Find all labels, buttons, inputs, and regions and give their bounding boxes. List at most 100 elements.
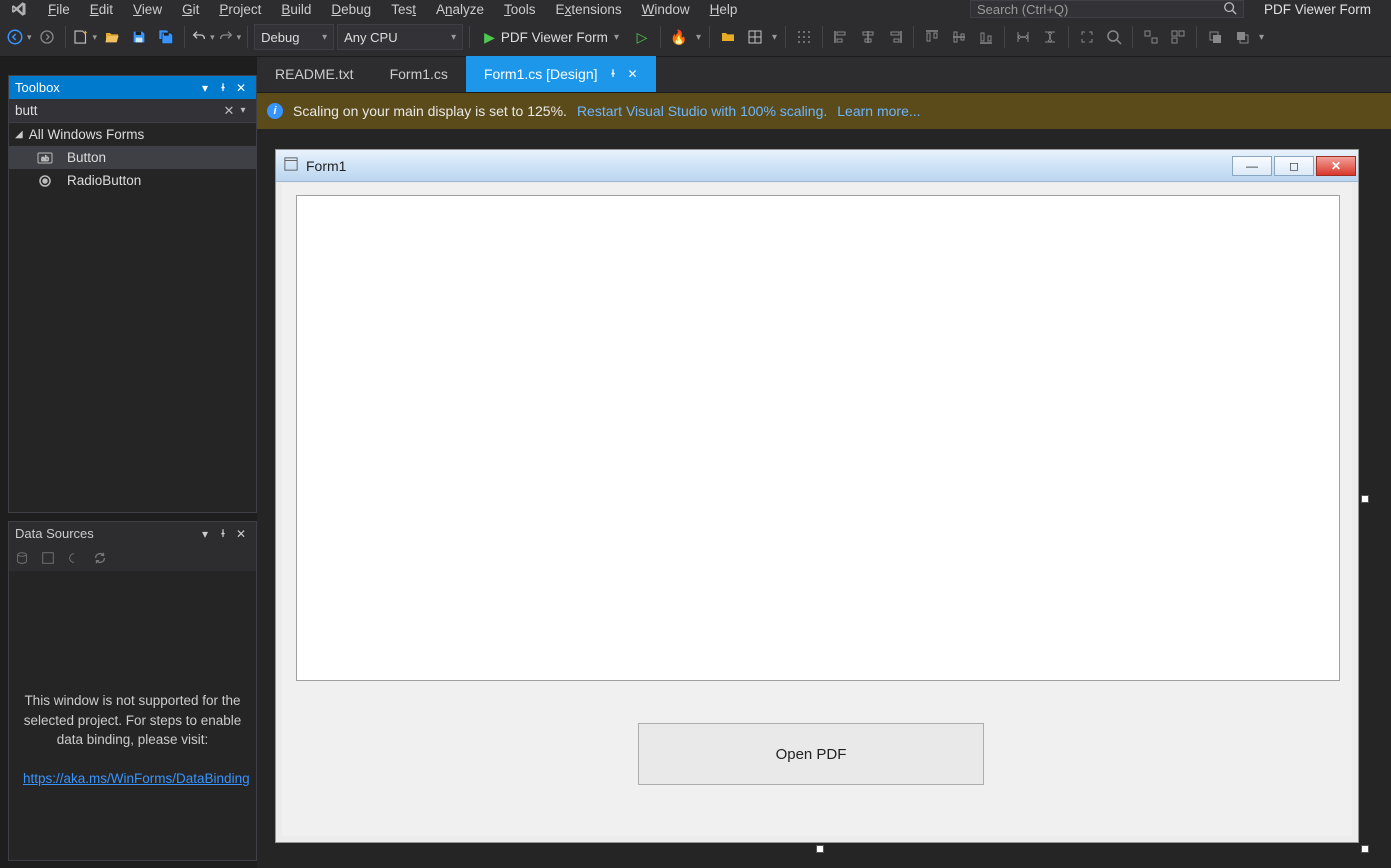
maximize-icon: ◻ bbox=[1274, 156, 1314, 176]
menu-edit[interactable]: Edit bbox=[82, 0, 121, 18]
resize-handle-right[interactable] bbox=[1361, 495, 1369, 503]
start-without-debug-button[interactable]: ▷ bbox=[630, 25, 654, 49]
pin-icon[interactable] bbox=[214, 81, 232, 95]
menu-project[interactable]: Project bbox=[211, 0, 269, 18]
designer-surface[interactable]: Form1 — ◻ ✕ Open PDF bbox=[257, 129, 1391, 868]
close-tab-icon[interactable]: ✕ bbox=[628, 67, 638, 81]
menu-git[interactable]: Git bbox=[174, 0, 207, 18]
menu-view[interactable]: View bbox=[125, 0, 170, 18]
designed-open-pdf-button[interactable]: Open PDF bbox=[638, 723, 984, 785]
bring-front-button[interactable] bbox=[1203, 25, 1227, 49]
play-icon: ▶ bbox=[484, 29, 495, 46]
toolbox-item-button[interactable]: ab Button bbox=[9, 146, 256, 169]
vs-logo-icon bbox=[0, 0, 36, 18]
tab-form1cs[interactable]: Form1.cs bbox=[372, 56, 466, 92]
tab-form1-design[interactable]: Form1.cs [Design] ✕ bbox=[466, 56, 656, 92]
toolbox-search-input[interactable] bbox=[15, 103, 222, 118]
hspace-equal-button[interactable] bbox=[1011, 25, 1035, 49]
configuration-combo[interactable]: Debug▾ bbox=[254, 24, 334, 50]
form-title-text: Form1 bbox=[306, 158, 346, 174]
toolbox-search[interactable]: ✕ ▾ bbox=[9, 99, 256, 123]
search-dropdown-icon[interactable]: ▾ bbox=[236, 105, 250, 116]
clear-search-icon[interactable]: ✕ bbox=[222, 103, 236, 119]
infobar-learnmore-link[interactable]: Learn more... bbox=[837, 103, 920, 119]
search-placeholder: Search (Ctrl+Q) bbox=[977, 2, 1068, 17]
datasources-header[interactable]: Data Sources ▾ ✕ bbox=[9, 522, 256, 545]
hot-reload-dropdown[interactable]: ▾ bbox=[694, 32, 703, 43]
form-client-area[interactable]: Open PDF bbox=[282, 183, 1352, 836]
solution-name[interactable]: PDF Viewer Form bbox=[1248, 0, 1387, 18]
pin-icon[interactable] bbox=[214, 527, 232, 541]
platform-combo[interactable]: Any CPU▾ bbox=[337, 24, 463, 50]
toolbox-options-icon[interactable]: ▾ bbox=[196, 81, 214, 95]
hot-reload-button[interactable]: 🔥 bbox=[667, 25, 691, 49]
form-icon bbox=[284, 157, 300, 174]
toolbox-group[interactable]: ◢ All Windows Forms bbox=[9, 123, 256, 146]
align-top-button[interactable] bbox=[920, 25, 944, 49]
datasources-options-icon[interactable]: ▾ bbox=[196, 527, 214, 541]
toolbox-item-radiobutton[interactable]: RadioButton bbox=[9, 169, 256, 192]
search-box[interactable]: Search (Ctrl+Q) bbox=[970, 0, 1244, 18]
menu-extensions[interactable]: Extensions bbox=[548, 0, 630, 18]
scaling-infobar: i Scaling on your main display is set to… bbox=[257, 93, 1391, 129]
menu-analyze[interactable]: Analyze bbox=[428, 0, 492, 18]
form-selection[interactable]: Form1 — ◻ ✕ Open PDF bbox=[275, 149, 1365, 849]
datasources-panel: Data Sources ▾ ✕ bbox=[8, 521, 257, 861]
datasources-message: This window is not supported for the sel… bbox=[9, 571, 256, 789]
menu-build[interactable]: Build bbox=[273, 0, 319, 18]
size-to-fit-button[interactable] bbox=[1075, 25, 1099, 49]
document-tabs: README.txt Form1.cs Form1.cs [Design] ✕ bbox=[257, 57, 1391, 93]
nav-forward-button[interactable] bbox=[35, 25, 59, 49]
undo-button[interactable]: ▾ bbox=[191, 29, 215, 45]
tab-readme[interactable]: README.txt bbox=[257, 56, 372, 92]
menu-help[interactable]: Help bbox=[702, 0, 746, 18]
save-button[interactable] bbox=[127, 25, 151, 49]
tab-order-button[interactable] bbox=[1139, 25, 1163, 49]
menu-tools[interactable]: Tools bbox=[496, 0, 544, 18]
refresh-all-button[interactable] bbox=[91, 549, 109, 567]
add-datasource-button[interactable] bbox=[13, 549, 31, 567]
resize-handle-bottom[interactable] bbox=[816, 845, 824, 853]
toolbar-overflow[interactable]: ▾ bbox=[1257, 32, 1266, 43]
nav-back-button[interactable]: ▾ bbox=[6, 28, 32, 46]
lock-controls-button[interactable] bbox=[1166, 25, 1190, 49]
toolbox-header[interactable]: Toolbox ▾ ✕ bbox=[9, 76, 256, 99]
redo-button[interactable]: ▾ bbox=[218, 29, 242, 45]
edit-datasource-button[interactable] bbox=[39, 549, 57, 567]
open-file-button[interactable] bbox=[100, 25, 124, 49]
menu-debug[interactable]: Debug bbox=[323, 0, 379, 18]
refresh-datasource-button[interactable] bbox=[65, 549, 83, 567]
radiobutton-icon bbox=[37, 174, 53, 188]
save-all-button[interactable] bbox=[154, 25, 178, 49]
start-debug-button[interactable]: ▶ PDF Viewer Form ▾ bbox=[476, 24, 627, 50]
menu-window[interactable]: Window bbox=[634, 0, 698, 18]
resize-handle-corner[interactable] bbox=[1361, 845, 1369, 853]
align-middle-button[interactable] bbox=[947, 25, 971, 49]
close-icon[interactable]: ✕ bbox=[232, 81, 250, 95]
send-back-button[interactable] bbox=[1230, 25, 1254, 49]
zoom-button[interactable] bbox=[1102, 25, 1126, 49]
collapse-icon: ◢ bbox=[15, 129, 23, 140]
new-item-button[interactable]: ▾ bbox=[72, 28, 98, 46]
minimize-icon: — bbox=[1232, 156, 1272, 176]
open-folder-button[interactable] bbox=[716, 25, 740, 49]
close-icon[interactable]: ✕ bbox=[232, 527, 250, 541]
datasources-help-link[interactable]: https://aka.ms/WinForms/DataBinding bbox=[23, 771, 250, 786]
pin-tab-icon[interactable] bbox=[608, 67, 618, 81]
designed-panel-control[interactable] bbox=[296, 195, 1340, 681]
main-toolbar: ▾ ▾ ▾ ▾ Debug▾ Any CPU▾ ▶ PDF Viewer For… bbox=[0, 18, 1391, 57]
vspace-equal-button[interactable] bbox=[1038, 25, 1062, 49]
align-left-button[interactable] bbox=[829, 25, 853, 49]
layout-grid-dropdown[interactable]: ▾ bbox=[770, 32, 779, 43]
infobar-restart-link[interactable]: Restart Visual Studio with 100% scaling. bbox=[577, 103, 827, 119]
menu-file[interactable]: File bbox=[40, 0, 78, 18]
align-right-button[interactable] bbox=[883, 25, 907, 49]
align-bottom-button[interactable] bbox=[974, 25, 998, 49]
designed-form[interactable]: Form1 — ◻ ✕ Open PDF bbox=[275, 149, 1359, 843]
layout-grid-button[interactable] bbox=[743, 25, 767, 49]
datasources-toolbar bbox=[9, 545, 256, 571]
align-to-grid-button[interactable] bbox=[792, 25, 816, 49]
align-center-button[interactable] bbox=[856, 25, 880, 49]
menu-test[interactable]: Test bbox=[383, 0, 424, 18]
toolbox-panel: Toolbox ▾ ✕ ✕ ▾ ◢ All Windows Forms bbox=[8, 75, 257, 513]
